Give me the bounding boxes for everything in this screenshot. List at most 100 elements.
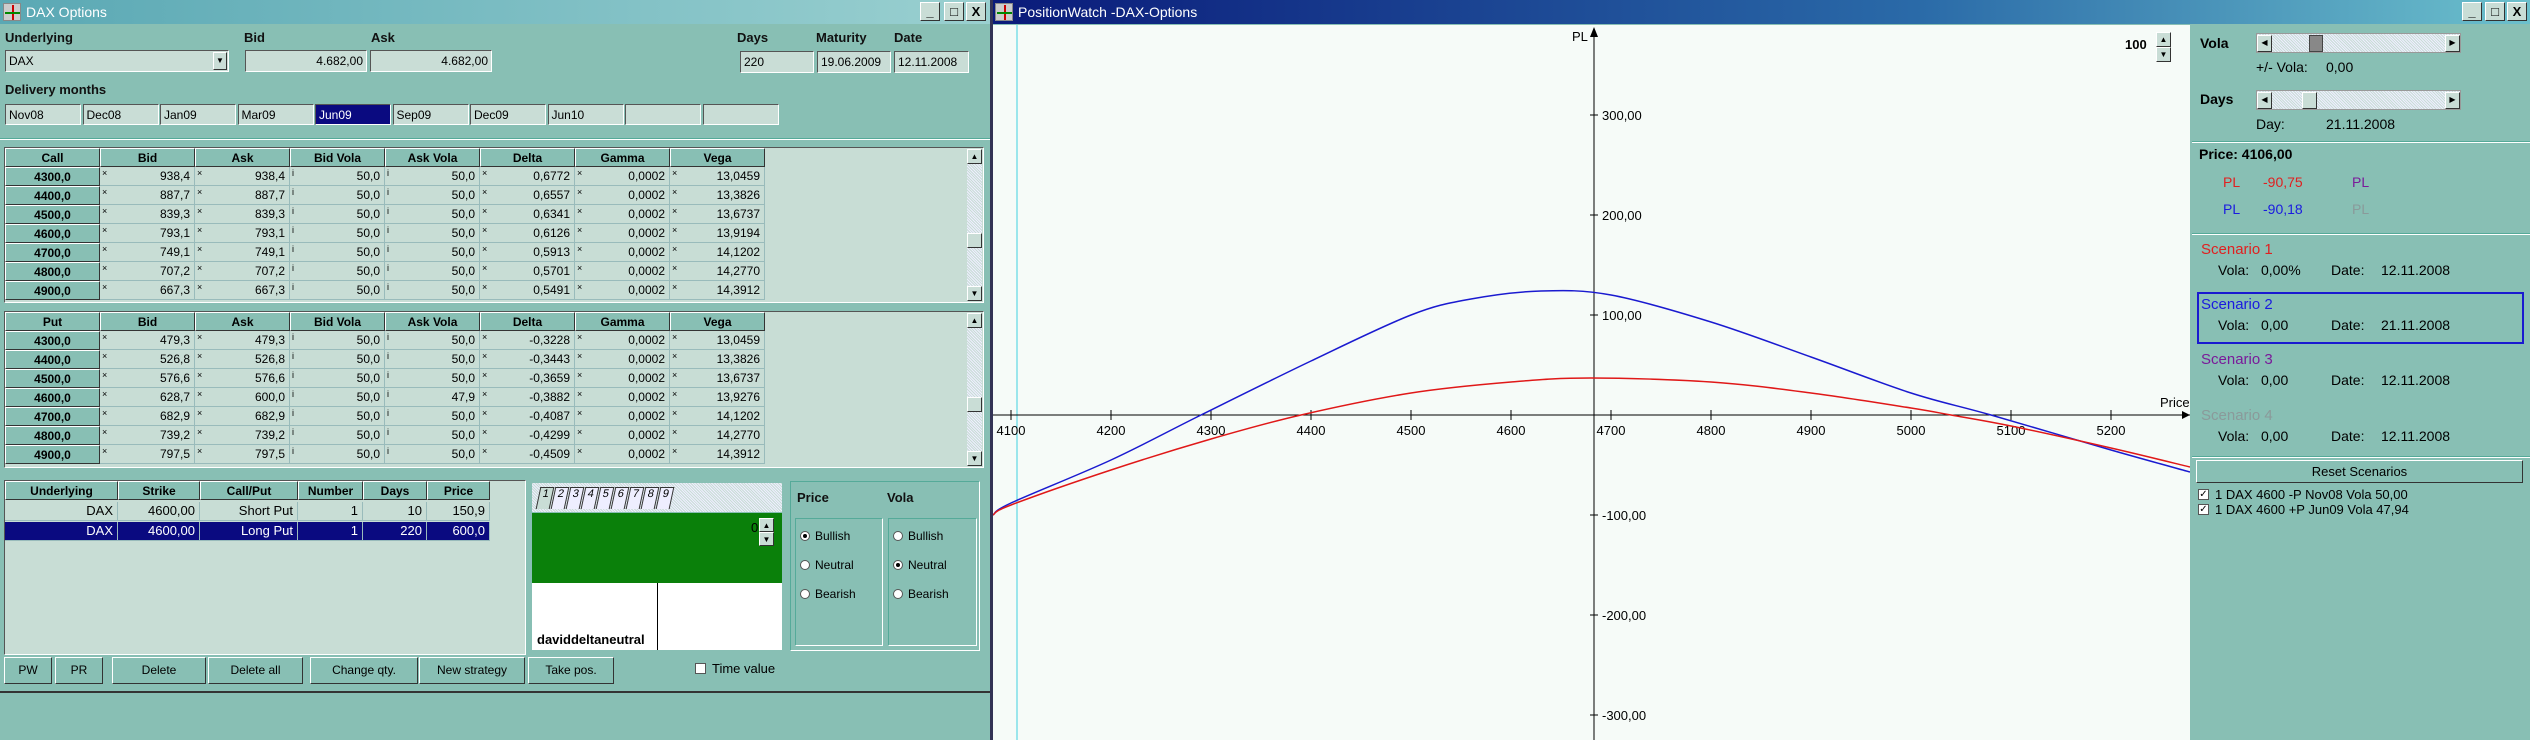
take-pos-button[interactable]: Take pos.: [528, 657, 614, 684]
position-leg-checkbox[interactable]: ✓ 1 DAX 4600 +P Jun09 Vola 47,94: [2198, 502, 2409, 517]
column-header[interactable]: Call/Put: [200, 481, 298, 500]
column-header[interactable]: Bid Vola: [290, 148, 385, 167]
value-cell[interactable]: i 50,0: [385, 262, 480, 281]
days-slider[interactable]: ◀ ▶: [2256, 90, 2461, 110]
delete-button[interactable]: Delete: [112, 657, 206, 684]
value-cell[interactable]: i 50,0: [290, 369, 385, 388]
vola-slider-thumb[interactable]: [2309, 35, 2324, 52]
value-cell[interactable]: i 50,0: [385, 445, 480, 464]
time-value-checkbox[interactable]: Time value: [695, 661, 775, 676]
column-header[interactable]: Bid: [100, 312, 195, 331]
bid-field[interactable]: 4.682,00: [245, 50, 367, 72]
scenario-1[interactable]: Scenario 1 Vola: 0,00% Date: 12.11.2008: [2199, 241, 2519, 285]
value-cell[interactable]: i 50,0: [290, 186, 385, 205]
value-cell[interactable]: × 0,6557: [480, 186, 575, 205]
strike-cell[interactable]: 4600,0: [5, 388, 100, 407]
vola-bullish-radio[interactable]: Bullish: [893, 529, 943, 543]
table-row[interactable]: 4900,0 × 667,3 × 667,3 i 50,0 i 50,0 × 0,5491 × 0,00…: [5, 281, 765, 300]
strategy-spinner[interactable]: ▲ ▼: [759, 518, 774, 546]
table-row[interactable]: 4800,0 × 707,2 × 707,2 i 50,0 i 50,0 × 0,5701 × 0,00…: [5, 262, 765, 281]
value-cell[interactable]: × 13,3826: [670, 350, 765, 369]
chart-zoom-spinner[interactable]: ▲ ▼: [2156, 32, 2171, 62]
scroll-down-icon[interactable]: ▼: [967, 451, 982, 466]
scroll-left-icon[interactable]: ◀: [2257, 35, 2272, 52]
value-cell[interactable]: × 14,2770: [670, 262, 765, 281]
spin-down-icon[interactable]: ▼: [759, 532, 774, 546]
minimize-button[interactable]: _: [2462, 2, 2482, 21]
value-cell[interactable]: × 0,0002: [575, 445, 670, 464]
value-cell[interactable]: × 0,0002: [575, 167, 670, 186]
scenario-4[interactable]: Scenario 4 Vola: 0,00 Date: 12.11.2008: [2199, 407, 2519, 451]
value-cell[interactable]: × 13,6737: [670, 369, 765, 388]
value-cell[interactable]: × -0,3659: [480, 369, 575, 388]
value-cell[interactable]: × 0,0002: [575, 186, 670, 205]
value-cell[interactable]: i 50,0: [385, 205, 480, 224]
value-cell[interactable]: × 797,5: [195, 445, 290, 464]
strike-cell[interactable]: 4300,0: [5, 167, 100, 186]
strike-cell[interactable]: 4700,0: [5, 243, 100, 262]
month-Sep09[interactable]: Sep09: [392, 104, 469, 125]
value-cell[interactable]: × 667,3: [100, 281, 195, 300]
month-Jun09[interactable]: Jun09: [315, 104, 391, 125]
strike-cell[interactable]: 4800,0: [5, 426, 100, 445]
value-cell[interactable]: × 479,3: [195, 331, 290, 350]
value-cell[interactable]: × 739,2: [195, 426, 290, 445]
value-cell[interactable]: × 739,2: [100, 426, 195, 445]
value-cell[interactable]: × 14,1202: [670, 407, 765, 426]
column-header[interactable]: Vega: [670, 312, 765, 331]
value-cell[interactable]: × 707,2: [100, 262, 195, 281]
value-cell[interactable]: i 50,0: [385, 243, 480, 262]
value-cell[interactable]: i 50,0: [385, 186, 480, 205]
value-cell[interactable]: i 50,0: [385, 331, 480, 350]
value-cell[interactable]: × 600,0: [195, 388, 290, 407]
scroll-thumb[interactable]: [967, 232, 982, 248]
value-cell[interactable]: i 50,0: [385, 281, 480, 300]
vola-neutral-radio[interactable]: Neutral: [893, 558, 947, 572]
column-header[interactable]: Gamma: [575, 312, 670, 331]
value-cell[interactable]: i 50,0: [385, 224, 480, 243]
position-cell[interactable]: 1: [298, 522, 363, 541]
spin-up-icon[interactable]: ▲: [2156, 32, 2171, 47]
underlying-select[interactable]: DAX ▼: [5, 50, 229, 72]
value-cell[interactable]: × 0,0002: [575, 369, 670, 388]
value-cell[interactable]: × 749,1: [100, 243, 195, 262]
days-slider-thumb[interactable]: [2301, 92, 2317, 109]
vola-slider[interactable]: ◀ ▶: [2256, 33, 2461, 53]
value-cell[interactable]: × 0,5701: [480, 262, 575, 281]
column-header[interactable]: Delta: [480, 148, 575, 167]
positionwatch-titlebar[interactable]: PositionWatch -DAX-Options _ □ X: [992, 0, 2530, 24]
table-row[interactable]: 4300,0 × 938,4 × 938,4 i 50,0 i 50,0 × 0,6772 × 0,00…: [5, 167, 765, 186]
value-cell[interactable]: i 50,0: [290, 205, 385, 224]
scroll-up-icon[interactable]: ▲: [967, 313, 982, 328]
position-cell[interactable]: DAX: [5, 502, 118, 521]
column-header[interactable]: Vega: [670, 148, 765, 167]
table-row[interactable]: 4700,0 × 682,9 × 682,9 i 50,0 i 50,0 × -0,4087 × 0,0…: [5, 407, 765, 426]
strike-cell[interactable]: 4800,0: [5, 262, 100, 281]
position-row[interactable]: DAX 4600,00 Short Put 1 10 150,9: [5, 502, 490, 521]
strike-cell[interactable]: 4500,0: [5, 369, 100, 388]
month-empty[interactable]: [625, 104, 701, 125]
value-cell[interactable]: × 13,9276: [670, 388, 765, 407]
value-cell[interactable]: × 797,5: [100, 445, 195, 464]
position-leg-checkbox[interactable]: ✓ 1 DAX 4600 -P Nov08 Vola 50,00: [2198, 487, 2408, 502]
table-row[interactable]: 4900,0 × 797,5 × 797,5 i 50,0 i 50,0 × -0,4509 × 0,0…: [5, 445, 765, 464]
strategy-canvas[interactable]: [532, 513, 782, 583]
value-cell[interactable]: × 0,6126: [480, 224, 575, 243]
value-cell[interactable]: × 576,6: [100, 369, 195, 388]
value-cell[interactable]: × 13,0459: [670, 331, 765, 350]
value-cell[interactable]: i 50,0: [290, 388, 385, 407]
value-cell[interactable]: × 479,3: [100, 331, 195, 350]
value-cell[interactable]: i 50,0: [290, 331, 385, 350]
column-header[interactable]: Number: [298, 481, 363, 500]
table-row[interactable]: 4400,0 × 887,7 × 887,7 i 50,0 i 50,0 × 0,6557 × 0,00…: [5, 186, 765, 205]
value-cell[interactable]: × 0,0002: [575, 331, 670, 350]
value-cell[interactable]: i 50,0: [385, 167, 480, 186]
value-cell[interactable]: × 707,2: [195, 262, 290, 281]
delete-all-button[interactable]: Delete all: [208, 657, 303, 684]
value-cell[interactable]: × 0,6772: [480, 167, 575, 186]
value-cell[interactable]: × 839,3: [100, 205, 195, 224]
maturity-field[interactable]: 19.06.2009: [817, 51, 891, 73]
table-row[interactable]: 4300,0 × 479,3 × 479,3 i 50,0 i 50,0 × -0,3228 × 0,0…: [5, 331, 765, 350]
dax-options-titlebar[interactable]: DAX Options _ □ X: [0, 0, 990, 24]
value-cell[interactable]: × 0,5913: [480, 243, 575, 262]
